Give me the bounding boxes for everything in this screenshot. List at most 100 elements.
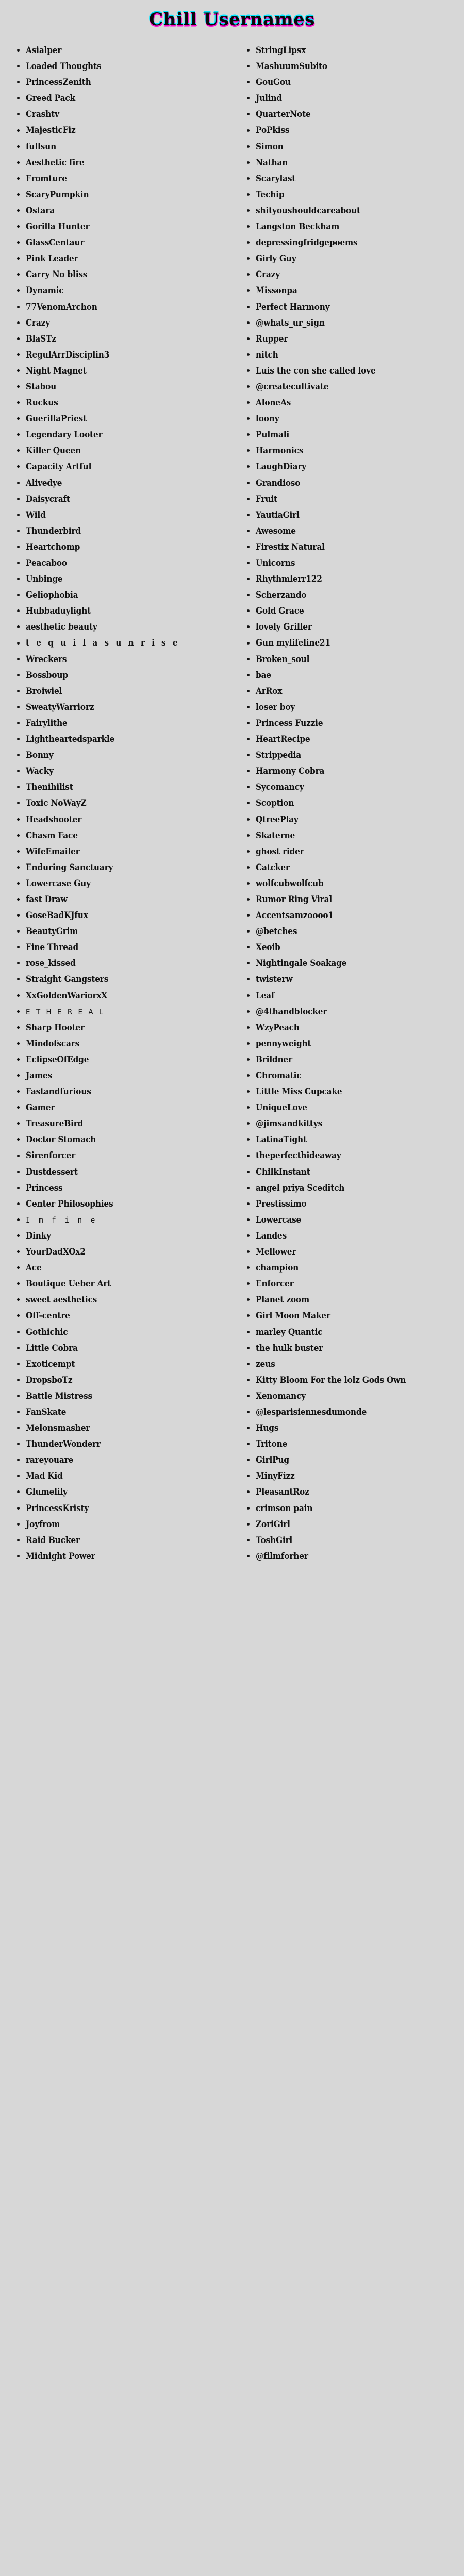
username-text: PrincessKristy — [26, 1503, 89, 1513]
list-item: Boutique Ueber Art — [7, 1276, 232, 1292]
list-item: Toxic NoWayZ — [7, 795, 232, 811]
list-item: Peacaboo — [7, 555, 232, 571]
username-text: Awesome — [256, 526, 296, 536]
list-item: @whats_ur_sign — [237, 315, 464, 331]
list-item: Gamer — [7, 1099, 232, 1115]
username-text: GuerillaPriest — [26, 414, 87, 424]
username-text: E T H E R E A L — [26, 1008, 105, 1016]
username-text: Carry No bliss — [26, 269, 88, 280]
username-text: WifeEmailer — [26, 846, 80, 856]
username-text: marley Quantic — [256, 1327, 323, 1337]
username-text: Thenihilist — [26, 782, 73, 792]
username-text: Crazy — [256, 269, 280, 280]
username-text: Lightheartedsparkle — [26, 734, 115, 744]
list-item: champion — [237, 1260, 464, 1276]
list-item: Princess — [7, 1180, 232, 1196]
username-text: PoPkiss — [256, 125, 290, 135]
username-list-page: Chill Usernames Asialper Loaded Thoughts P… — [0, 0, 464, 2576]
list-item: Leaf — [237, 988, 464, 1004]
username-text: GoseBadKJfux — [26, 910, 88, 921]
list-item: Crazy — [237, 266, 464, 282]
list-item: PleasantRoz — [237, 1484, 464, 1500]
username-text: Skaterne — [256, 830, 295, 840]
username-text: Enforcer — [256, 1279, 294, 1289]
list-item: Night Magnet — [7, 363, 232, 379]
list-item: Harmonics — [237, 443, 464, 459]
list-item: Lightheartedsparkle — [7, 731, 232, 747]
username-text: Luis the con she called love — [256, 365, 376, 376]
list-item: Chasm Face — [7, 827, 232, 843]
list-item: Center Philosophies — [7, 1196, 232, 1212]
list-item: TreasureBird — [7, 1115, 232, 1131]
list-item: rose_kissed — [7, 955, 232, 971]
username-text: Killer Queen — [26, 446, 81, 456]
list-item: ChilkInstant — [237, 1164, 464, 1180]
list-item: Greed Pack — [7, 90, 232, 106]
list-item: ScaryPumpkin — [7, 187, 232, 202]
username-text: rose_kissed — [26, 958, 76, 969]
list-item: GirlPug — [237, 1452, 464, 1468]
list-item: BeautyGrim — [7, 923, 232, 939]
list-item: pennyweight — [237, 1036, 464, 1052]
username-text: Prestissimo — [256, 1198, 307, 1209]
username-text: twisterw — [256, 974, 293, 985]
username-text: Fairylithe — [26, 718, 68, 728]
list-item: aesthetic beauty — [7, 619, 232, 635]
username-text: LatinaTight — [256, 1134, 307, 1145]
list-item: Catcker — [237, 859, 464, 875]
list-item: GuerillaPriest — [7, 411, 232, 427]
username-text: Strippedia — [256, 750, 301, 760]
list-item: Bossboup — [7, 667, 232, 683]
list-item: Aesthetic fire — [7, 155, 232, 171]
username-text: ScaryPumpkin — [26, 189, 89, 199]
username-text: Ace — [26, 1263, 42, 1273]
username-text: HeartRecipe — [256, 734, 310, 744]
list-item: Lowercase Guy — [7, 875, 232, 891]
username-text: Peacaboo — [26, 558, 67, 568]
list-item: fullsun — [7, 139, 232, 155]
username-text: Scherzando — [256, 590, 307, 600]
username-text: Aesthetic fire — [26, 157, 85, 167]
list-item: Scarylast — [237, 171, 464, 187]
username-text: MajesticFiz — [26, 125, 76, 135]
username-text: Julind — [256, 93, 282, 104]
list-item: Crashtv — [7, 106, 232, 122]
username-text: AloneAs — [256, 398, 291, 408]
username-text: Bossboup — [26, 670, 68, 680]
username-text: MinyFizz — [256, 1471, 295, 1481]
username-text: PrincessZenith — [26, 77, 91, 88]
username-text: XxGoldenWariorxX — [26, 990, 108, 1001]
list-item: lovely Griller — [237, 619, 464, 635]
list-item: Harmony Cobra — [237, 763, 464, 779]
username-text: depressingfridgepoems — [256, 238, 358, 248]
username-text: Dustdessert — [26, 1166, 78, 1177]
list-item: Rumor Ring Viral — [237, 891, 464, 907]
username-text: WzyPeach — [256, 1022, 300, 1032]
list-item: SweatyWarriorz — [7, 699, 232, 715]
username-text: SweatyWarriorz — [26, 702, 94, 712]
username-text: Dynamic — [26, 285, 64, 296]
username-text: Tritone — [256, 1439, 288, 1449]
username-text: Kitty Bloom For the lolz Gods Own — [256, 1375, 406, 1385]
username-text: Simon — [256, 141, 284, 151]
username-text: Center Philosophies — [26, 1198, 113, 1209]
list-item: Wreckers — [7, 651, 232, 667]
username-text: GlassCentaur — [26, 238, 85, 248]
username-text: champion — [256, 1263, 299, 1273]
username-text: @lesparisiennesdumonde — [256, 1406, 367, 1417]
list-item: ZoriGirl — [237, 1516, 464, 1532]
list-item: Little Cobra — [7, 1340, 232, 1356]
username-text: fast Draw — [26, 894, 68, 904]
username-text: Wacky — [26, 766, 54, 776]
username-text: @createcultivate — [256, 381, 329, 392]
list-item: E T H E R E A L — [7, 1004, 232, 1020]
username-text: GirlPug — [256, 1455, 289, 1465]
list-item: Midnight Power — [7, 1548, 232, 1564]
username-text: theperfecthideaway — [256, 1150, 341, 1161]
username-text: Ostara — [26, 205, 55, 215]
username-text: @betches — [256, 926, 297, 937]
list-item: ThunderWonderr — [7, 1436, 232, 1452]
username-text: Scarylast — [256, 173, 296, 183]
username-text: lovely Griller — [256, 622, 312, 632]
username-text: Leaf — [256, 990, 275, 1001]
